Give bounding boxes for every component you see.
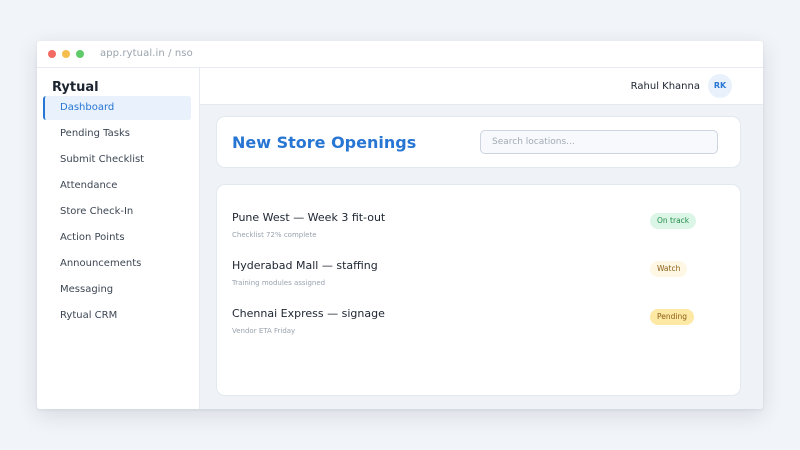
sidebar-item-store-check-in[interactable]: Store Check-In: [43, 200, 191, 224]
page-title-card: New Store Openings: [216, 116, 741, 168]
status-badge: Watch: [650, 261, 688, 277]
main-content: Rahul Khanna RK New Store Openings Pune …: [200, 68, 763, 409]
user-name: Rahul Khanna: [630, 81, 700, 92]
avatar[interactable]: RK: [708, 74, 732, 98]
sidebar-item-messaging[interactable]: Messaging: [43, 278, 191, 302]
sidebar-item-announcements[interactable]: Announcements: [43, 252, 191, 276]
browser-titlebar: app.rytual.in / nso: [37, 41, 763, 68]
search-input[interactable]: [480, 130, 718, 154]
list-item[interactable]: Pune West — Week 3 fit-out Checklist 72%…: [232, 211, 725, 251]
maximize-window-icon[interactable]: [76, 50, 84, 58]
close-window-icon[interactable]: [48, 50, 56, 58]
sidebar-item-pending-tasks[interactable]: Pending Tasks: [43, 122, 191, 146]
store-title: Hyderabad Mall — staffing: [232, 259, 378, 272]
sidebar-item-submit-checklist[interactable]: Submit Checklist: [43, 148, 191, 172]
store-title: Chennai Express — signage: [232, 307, 385, 320]
sidebar-item-attendance[interactable]: Attendance: [43, 174, 191, 198]
brand-logo: Rytual: [52, 80, 99, 95]
status-badge: Pending: [650, 309, 694, 325]
store-subtitle: Vendor ETA Friday: [232, 327, 296, 335]
sidebar-item-action-points[interactable]: Action Points: [43, 226, 191, 250]
store-subtitle: Training modules assigned: [232, 279, 326, 287]
browser-window: app.rytual.in / nso Rytual Dashboard Pen…: [37, 41, 763, 409]
minimize-window-icon[interactable]: [62, 50, 70, 58]
store-title: Pune West — Week 3 fit-out: [232, 211, 386, 224]
store-subtitle: Checklist 72% complete: [232, 231, 317, 239]
page-title: New Store Openings: [232, 133, 417, 152]
address-bar[interactable]: app.rytual.in / nso: [100, 48, 193, 59]
sidebar: Rytual Dashboard Pending Tasks Submit Ch…: [37, 68, 200, 409]
sidebar-item-rytual-crm[interactable]: Rytual CRM: [43, 304, 191, 328]
sidebar-nav: Dashboard Pending Tasks Submit Checklist…: [43, 96, 191, 330]
top-header: Rahul Khanna RK: [200, 68, 763, 105]
status-badge: On track: [650, 213, 697, 229]
sidebar-item-dashboard[interactable]: Dashboard: [43, 96, 191, 120]
list-item[interactable]: Chennai Express — signage Vendor ETA Fri…: [232, 307, 725, 347]
store-list-card: Pune West — Week 3 fit-out Checklist 72%…: [216, 184, 741, 396]
list-item[interactable]: Hyderabad Mall — staffing Training modul…: [232, 259, 725, 299]
